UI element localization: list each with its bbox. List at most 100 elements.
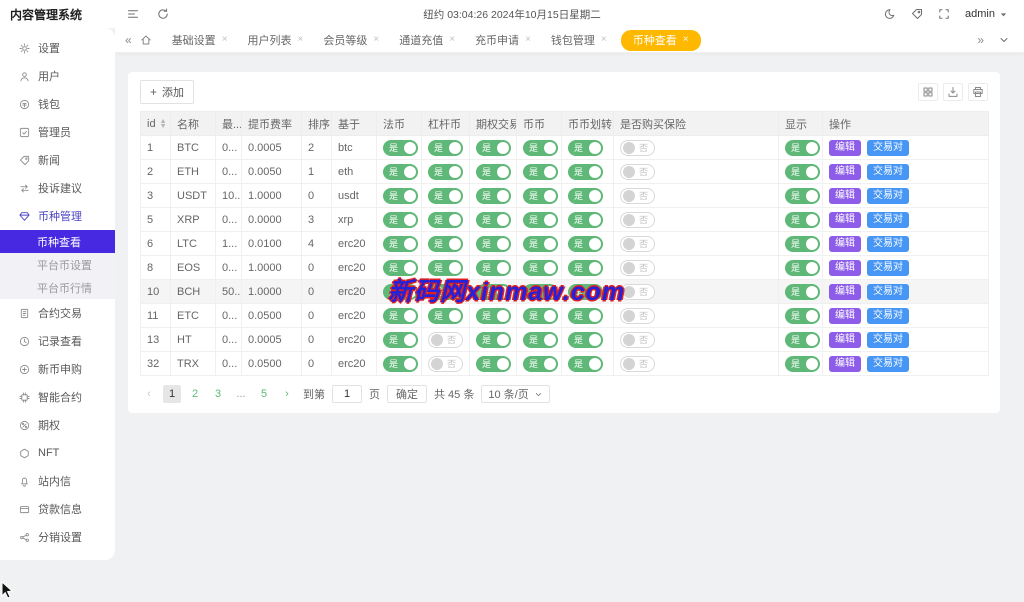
sidebar-item-distribution[interactable]: 分销设置 xyxy=(0,523,115,551)
sidebar-item-users[interactable]: 用户 xyxy=(0,62,115,90)
edit-button[interactable]: 编辑 xyxy=(829,140,861,156)
toggle-show[interactable]: 是 xyxy=(785,212,820,228)
sidebar-item-admins[interactable]: 管理员 xyxy=(0,118,115,146)
tab-channel-recharge[interactable]: 通道充值× xyxy=(389,28,465,53)
toggle-fiat[interactable]: 是 xyxy=(383,164,418,180)
sidebar-item-nft[interactable]: NFT xyxy=(0,439,115,467)
tab-wallet-manage[interactable]: 钱包管理× xyxy=(541,28,617,53)
add-button[interactable]: + 添加 xyxy=(140,80,194,104)
sidebar-subitem-coin-view[interactable]: 币种查看 xyxy=(0,230,115,253)
toggle-insurance[interactable]: 否 xyxy=(620,308,655,324)
sidebar-item-contract-trade[interactable]: 合约交易 xyxy=(0,299,115,327)
filter-columns-icon[interactable] xyxy=(918,83,938,101)
toggle-leverage[interactable]: 是 xyxy=(428,212,463,228)
tab-basic-settings[interactable]: 基础设置× xyxy=(162,28,238,53)
tab-member-level[interactable]: 会员等级× xyxy=(313,28,389,53)
toggle-show[interactable]: 是 xyxy=(785,284,820,300)
toggle-show[interactable]: 是 xyxy=(785,140,820,156)
toggle-spot[interactable]: 是 xyxy=(523,356,558,372)
tab-deposit-request[interactable]: 充币申请× xyxy=(465,28,541,53)
trade-pair-button[interactable]: 交易对 xyxy=(867,356,909,372)
toggle-fiat[interactable]: 是 xyxy=(383,140,418,156)
toggle-fiat[interactable]: 是 xyxy=(383,236,418,252)
fullscreen-icon[interactable] xyxy=(938,8,950,20)
toggle-leverage[interactable]: 是 xyxy=(428,308,463,324)
trade-pair-button[interactable]: 交易对 xyxy=(867,308,909,324)
close-icon[interactable]: × xyxy=(298,35,304,45)
sidebar-item-coin-manage[interactable]: 币种管理 xyxy=(0,202,115,230)
refresh-icon[interactable] xyxy=(157,8,169,20)
toggle-spot[interactable]: 是 xyxy=(523,188,558,204)
sidebar-item-new-coin[interactable]: 新币申购 xyxy=(0,355,115,383)
user-menu[interactable]: admin xyxy=(965,8,1008,20)
page-button-2[interactable]: 2 xyxy=(186,385,204,403)
page-next-button[interactable]: › xyxy=(278,385,296,403)
tab-user-list[interactable]: 用户列表× xyxy=(238,28,314,53)
toggle-option[interactable]: 是 xyxy=(476,140,511,156)
sort-icon[interactable]: ▲▼ xyxy=(160,119,167,129)
toggle-transfer[interactable]: 是 xyxy=(568,284,603,300)
toggle-option[interactable]: 是 xyxy=(476,356,511,372)
toggle-option[interactable]: 是 xyxy=(476,164,511,180)
page-button-1[interactable]: 1 xyxy=(163,385,181,403)
edit-button[interactable]: 编辑 xyxy=(829,284,861,300)
toggle-show[interactable]: 是 xyxy=(785,356,820,372)
toggle-leverage[interactable]: 是 xyxy=(428,164,463,180)
toggle-leverage[interactable]: 是 xyxy=(428,236,463,252)
sidebar-item-site-message[interactable]: 站内信 xyxy=(0,467,115,495)
trade-pair-button[interactable]: 交易对 xyxy=(867,164,909,180)
sidebar-item-settings[interactable]: 设置 xyxy=(0,34,115,62)
toggle-leverage[interactable]: 否 xyxy=(428,356,463,372)
toggle-insurance[interactable]: 否 xyxy=(620,236,655,252)
toggle-spot[interactable]: 是 xyxy=(523,308,558,324)
close-icon[interactable]: × xyxy=(373,35,379,45)
toggle-spot[interactable]: 是 xyxy=(523,332,558,348)
trade-pair-button[interactable]: 交易对 xyxy=(867,332,909,348)
toggle-option[interactable]: 是 xyxy=(476,332,511,348)
toggle-spot[interactable]: 是 xyxy=(523,212,558,228)
trade-pair-button[interactable]: 交易对 xyxy=(867,260,909,276)
sidebar-subitem-platform-coin-market[interactable]: 平台币行情 xyxy=(0,276,115,299)
toggle-fiat[interactable]: 是 xyxy=(383,284,418,300)
toggle-insurance[interactable]: 否 xyxy=(620,164,655,180)
sidebar-item-record-view[interactable]: 记录查看 xyxy=(0,327,115,355)
close-icon[interactable]: × xyxy=(683,35,689,45)
trade-pair-button[interactable]: 交易对 xyxy=(867,140,909,156)
sidebar-item-feedback[interactable]: 投诉建议 xyxy=(0,174,115,202)
page-button-5[interactable]: 5 xyxy=(255,385,273,403)
sidebar-item-options[interactable]: 期权 xyxy=(0,411,115,439)
edit-button[interactable]: 编辑 xyxy=(829,332,861,348)
edit-button[interactable]: 编辑 xyxy=(829,308,861,324)
export-icon[interactable] xyxy=(943,83,963,101)
toggle-spot[interactable]: 是 xyxy=(523,284,558,300)
trade-pair-button[interactable]: 交易对 xyxy=(867,284,909,300)
toggle-insurance[interactable]: 否 xyxy=(620,356,655,372)
hamburger-menu-icon[interactable] xyxy=(127,8,139,20)
close-icon[interactable]: × xyxy=(449,35,455,45)
toggle-leverage[interactable]: 是 xyxy=(428,284,463,300)
toggle-option[interactable]: 是 xyxy=(476,284,511,300)
toggle-fiat[interactable]: 是 xyxy=(383,260,418,276)
toggle-transfer[interactable]: 是 xyxy=(568,356,603,372)
toggle-fiat[interactable]: 是 xyxy=(383,332,418,348)
close-icon[interactable]: × xyxy=(525,35,531,45)
toggle-spot[interactable]: 是 xyxy=(523,236,558,252)
edit-button[interactable]: 编辑 xyxy=(829,236,861,252)
edit-button[interactable]: 编辑 xyxy=(829,356,861,372)
toggle-leverage[interactable]: 否 xyxy=(428,332,463,348)
toggle-show[interactable]: 是 xyxy=(785,332,820,348)
close-icon[interactable]: × xyxy=(601,35,607,45)
toggle-show[interactable]: 是 xyxy=(785,308,820,324)
page-button-3[interactable]: 3 xyxy=(209,385,227,403)
confirm-button[interactable]: 确定 xyxy=(387,385,427,403)
toggle-transfer[interactable]: 是 xyxy=(568,236,603,252)
toggle-show[interactable]: 是 xyxy=(785,236,820,252)
chevrons-left-icon[interactable]: « xyxy=(125,34,132,46)
toggle-insurance[interactable]: 否 xyxy=(620,260,655,276)
toggle-transfer[interactable]: 是 xyxy=(568,188,603,204)
toggle-fiat[interactable]: 是 xyxy=(383,308,418,324)
toggle-transfer[interactable]: 是 xyxy=(568,308,603,324)
per-page-select[interactable]: 10 条/页 xyxy=(481,385,549,403)
toggle-option[interactable]: 是 xyxy=(476,260,511,276)
edit-button[interactable]: 编辑 xyxy=(829,164,861,180)
